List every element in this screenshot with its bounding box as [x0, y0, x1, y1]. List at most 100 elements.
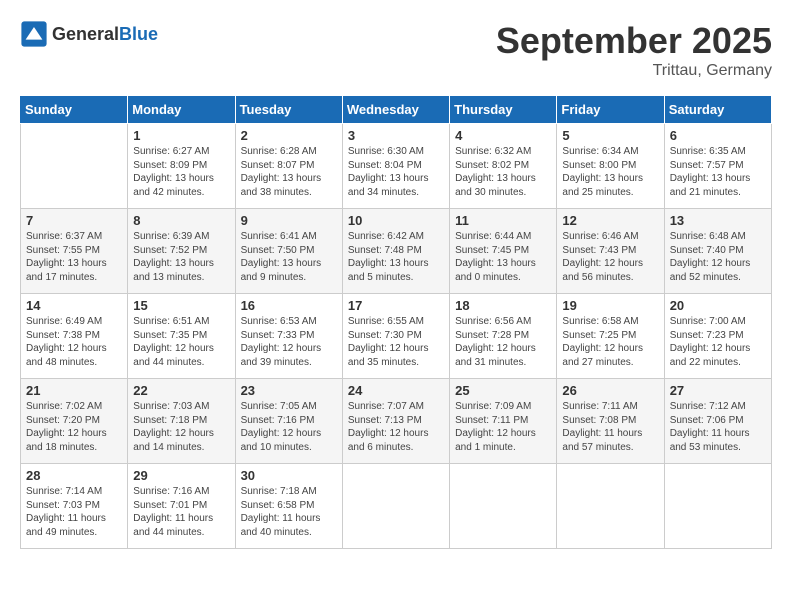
day-number: 26	[562, 383, 658, 398]
logo: GeneralBlue	[20, 20, 158, 48]
day-info: Sunrise: 7:02 AMSunset: 7:20 PMDaylight:…	[26, 400, 122, 454]
calendar-cell: 8 Sunrise: 6:39 AMSunset: 7:52 PMDaylight…	[128, 209, 235, 294]
day-number: 18	[455, 298, 551, 313]
day-info: Sunrise: 7:00 AMSunset: 7:23 PMDaylight:…	[670, 315, 766, 369]
day-info: Sunrise: 6:37 AMSunset: 7:55 PMDaylight:…	[26, 230, 122, 284]
day-number: 2	[241, 128, 337, 143]
day-number: 23	[241, 383, 337, 398]
day-number: 16	[241, 298, 337, 313]
day-info: Sunrise: 6:35 AMSunset: 7:57 PMDaylight:…	[670, 145, 766, 199]
calendar-cell: 24Sunrise: 7:07 AMSunset: 7:13 PMDayligh…	[342, 379, 449, 464]
day-number: 5	[562, 128, 658, 143]
day-info: Sunrise: 6:39 AMSunset: 7:52 PMDaylight:…	[133, 230, 229, 284]
day-info: Sunrise: 6:41 AMSunset: 7:50 PMDaylight:…	[241, 230, 337, 284]
day-info: Sunrise: 6:32 AMSunset: 8:02 PMDaylight:…	[455, 145, 551, 199]
day-number: 12	[562, 213, 658, 228]
day-info: Sunrise: 7:03 AMSunset: 7:18 PMDaylight:…	[133, 400, 229, 454]
day-number: 21	[26, 383, 122, 398]
logo-general: General	[52, 24, 119, 44]
day-info: Sunrise: 7:09 AMSunset: 7:11 PMDaylight:…	[455, 400, 551, 454]
day-info: Sunrise: 6:48 AMSunset: 7:40 PMDaylight:…	[670, 230, 766, 284]
calendar-cell: 19 Sunrise: 6:58 AMSunset: 7:25 PMDayligh…	[557, 294, 664, 379]
day-number: 1	[133, 128, 229, 143]
day-number: 15	[133, 298, 229, 313]
day-info: Sunrise: 6:49 AMSunset: 7:38 PMDaylight:…	[26, 315, 122, 369]
month-title: September 2025	[496, 20, 772, 62]
calendar-week-3: 14 Sunrise: 6:49 AMSunset: 7:38 PMDayligh…	[21, 294, 772, 379]
logo-icon	[20, 20, 48, 48]
col-friday: Friday	[557, 96, 664, 124]
calendar-cell: 5 Sunrise: 6:34 AMSunset: 8:00 PMDaylight…	[557, 124, 664, 209]
day-number: 28	[26, 468, 122, 483]
day-number: 27	[670, 383, 766, 398]
day-info: Sunrise: 6:42 AMSunset: 7:48 PMDaylight:…	[348, 230, 444, 284]
logo-text: GeneralBlue	[52, 24, 158, 45]
day-info: Sunrise: 6:58 AMSunset: 7:25 PMDaylight:…	[562, 315, 658, 369]
day-number: 14	[26, 298, 122, 313]
calendar-cell: 15 Sunrise: 6:51 AMSunset: 7:35 PMDayligh…	[128, 294, 235, 379]
calendar-cell: 4 Sunrise: 6:32 AMSunset: 8:02 PMDaylight…	[450, 124, 557, 209]
calendar-cell: 9 Sunrise: 6:41 AMSunset: 7:50 PMDaylight…	[235, 209, 342, 294]
day-info: Sunrise: 7:14 AMSunset: 7:03 PMDaylight:…	[26, 485, 122, 539]
day-info: Sunrise: 6:34 AMSunset: 8:00 PMDaylight:…	[562, 145, 658, 199]
calendar-cell	[342, 464, 449, 549]
day-number: 4	[455, 128, 551, 143]
calendar-week-2: 7 Sunrise: 6:37 AMSunset: 7:55 PMDaylight…	[21, 209, 772, 294]
calendar-table: Sunday Monday Tuesday Wednesday Thursday…	[20, 95, 772, 549]
day-info: Sunrise: 6:30 AMSunset: 8:04 PMDaylight:…	[348, 145, 444, 199]
day-info: Sunrise: 7:18 AMSunset: 6:58 PMDaylight:…	[241, 485, 337, 539]
day-number: 29	[133, 468, 229, 483]
calendar-cell	[21, 124, 128, 209]
calendar-week-1: 1Sunrise: 6:27 AMSunset: 8:09 PMDaylight…	[21, 124, 772, 209]
calendar-cell: 11Sunrise: 6:44 AMSunset: 7:45 PMDayligh…	[450, 209, 557, 294]
day-info: Sunrise: 6:56 AMSunset: 7:28 PMDaylight:…	[455, 315, 551, 369]
day-info: Sunrise: 7:11 AMSunset: 7:08 PMDaylight:…	[562, 400, 658, 454]
col-wednesday: Wednesday	[342, 96, 449, 124]
calendar-cell: 28 Sunrise: 7:14 AMSunset: 7:03 PMDayligh…	[21, 464, 128, 549]
day-number: 3	[348, 128, 444, 143]
col-thursday: Thursday	[450, 96, 557, 124]
calendar-cell: 12Sunrise: 6:46 AMSunset: 7:43 PMDayligh…	[557, 209, 664, 294]
day-info: Sunrise: 7:05 AMSunset: 7:16 PMDaylight:…	[241, 400, 337, 454]
title-block: September 2025 Trittau, Germany	[496, 20, 772, 80]
day-number: 10	[348, 213, 444, 228]
day-info: Sunrise: 7:07 AMSunset: 7:13 PMDaylight:…	[348, 400, 444, 454]
page-header: GeneralBlue September 2025 Trittau, Germ…	[20, 20, 772, 80]
calendar-cell: 2Sunrise: 6:28 AMSunset: 8:07 PMDaylight…	[235, 124, 342, 209]
calendar-cell: 7 Sunrise: 6:37 AMSunset: 7:55 PMDaylight…	[21, 209, 128, 294]
day-info: Sunrise: 6:51 AMSunset: 7:35 PMDaylight:…	[133, 315, 229, 369]
calendar-cell: 20 Sunrise: 7:00 AMSunset: 7:23 PMDayligh…	[664, 294, 771, 379]
calendar-cell: 29Sunrise: 7:16 AMSunset: 7:01 PMDayligh…	[128, 464, 235, 549]
col-monday: Monday	[128, 96, 235, 124]
calendar-header-row: Sunday Monday Tuesday Wednesday Thursday…	[21, 96, 772, 124]
day-info: Sunrise: 6:44 AMSunset: 7:45 PMDaylight:…	[455, 230, 551, 284]
calendar-cell: 23 Sunrise: 7:05 AMSunset: 7:16 PMDayligh…	[235, 379, 342, 464]
day-number: 20	[670, 298, 766, 313]
calendar-cell: 26 Sunrise: 7:11 AMSunset: 7:08 PMDayligh…	[557, 379, 664, 464]
day-number: 25	[455, 383, 551, 398]
col-sunday: Sunday	[21, 96, 128, 124]
day-info: Sunrise: 7:12 AMSunset: 7:06 PMDaylight:…	[670, 400, 766, 454]
day-number: 8	[133, 213, 229, 228]
location-title: Trittau, Germany	[496, 62, 772, 80]
calendar-cell: 30Sunrise: 7:18 AMSunset: 6:58 PMDayligh…	[235, 464, 342, 549]
day-number: 9	[241, 213, 337, 228]
calendar-cell	[557, 464, 664, 549]
calendar-cell	[450, 464, 557, 549]
calendar-cell: 13 Sunrise: 6:48 AMSunset: 7:40 PMDayligh…	[664, 209, 771, 294]
day-number: 13	[670, 213, 766, 228]
calendar-cell: 6Sunrise: 6:35 AMSunset: 7:57 PMDaylight…	[664, 124, 771, 209]
day-number: 19	[562, 298, 658, 313]
calendar-cell: 10 Sunrise: 6:42 AMSunset: 7:48 PMDayligh…	[342, 209, 449, 294]
day-info: Sunrise: 6:55 AMSunset: 7:30 PMDaylight:…	[348, 315, 444, 369]
logo-blue: Blue	[119, 24, 158, 44]
col-saturday: Saturday	[664, 96, 771, 124]
calendar-week-4: 21 Sunrise: 7:02 AMSunset: 7:20 PMDayligh…	[21, 379, 772, 464]
calendar-cell: 25 Sunrise: 7:09 AMSunset: 7:11 PMDayligh…	[450, 379, 557, 464]
day-info: Sunrise: 6:53 AMSunset: 7:33 PMDaylight:…	[241, 315, 337, 369]
calendar-cell: 21 Sunrise: 7:02 AMSunset: 7:20 PMDayligh…	[21, 379, 128, 464]
calendar-cell: 14 Sunrise: 6:49 AMSunset: 7:38 PMDayligh…	[21, 294, 128, 379]
day-number: 7	[26, 213, 122, 228]
calendar-cell: 27 Sunrise: 7:12 AMSunset: 7:06 PMDayligh…	[664, 379, 771, 464]
calendar-cell: 18 Sunrise: 6:56 AMSunset: 7:28 PMDayligh…	[450, 294, 557, 379]
